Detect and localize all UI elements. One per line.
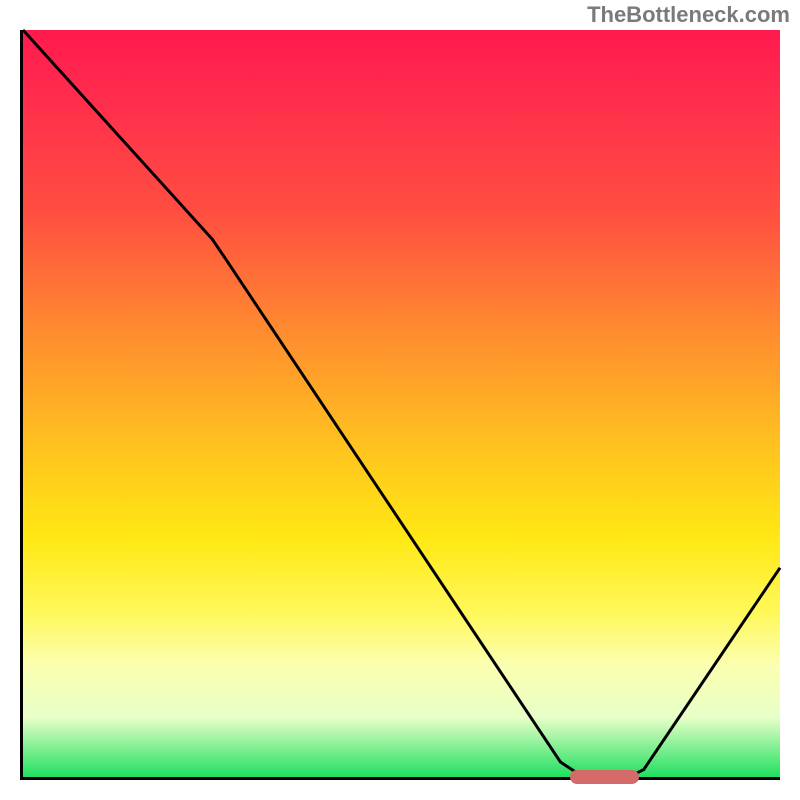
line-series: [23, 30, 780, 777]
plot-area: [20, 30, 780, 780]
watermark-text: TheBottleneck.com: [587, 2, 790, 28]
chart-container: { "watermark": "TheBottleneck.com", "cha…: [0, 0, 800, 800]
bottleneck-curve-path: [23, 30, 780, 777]
highlight-marker: [570, 770, 638, 784]
